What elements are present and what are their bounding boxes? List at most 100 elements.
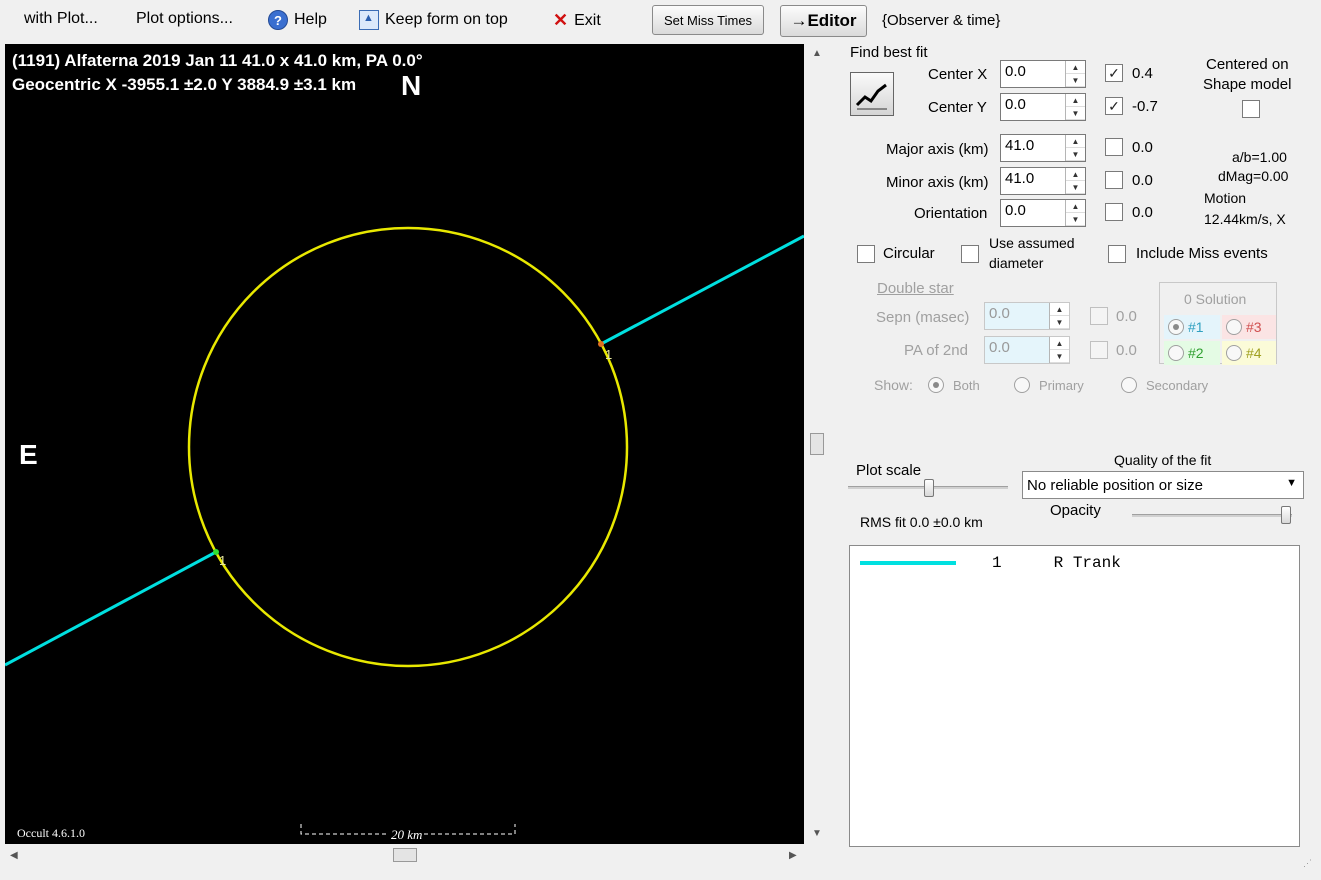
use-assumed-label: Use assumed (989, 235, 1075, 251)
orientation-checkbox[interactable] (1105, 203, 1123, 221)
use-assumed-diameter-checkbox[interactable] (961, 245, 979, 263)
minor-axis-label: Minor axis (km) (886, 174, 989, 191)
include-miss-label: Include Miss events (1136, 245, 1268, 262)
opacity-label: Opacity (1050, 502, 1101, 519)
orientation-spinner[interactable]: ▲ ▼ (1065, 200, 1085, 226)
solution-3-label: #3 (1246, 319, 1262, 335)
sepn-spinner[interactable]: ▲ ▼ (1049, 303, 1069, 329)
solution-2[interactable]: #2 (1164, 341, 1220, 365)
pa-2nd-fit-value: 0.0 (1116, 342, 1137, 359)
vertical-scroll-thumb[interactable] (810, 433, 824, 455)
center-x-fit-value: 0.4 (1132, 65, 1153, 82)
plot-options-label: Plot options... (136, 10, 233, 27)
scroll-up-icon[interactable]: ▲ (812, 48, 822, 59)
center-y-spinner[interactable]: ▲ ▼ (1065, 94, 1085, 120)
major-axis-checkbox[interactable] (1105, 138, 1123, 156)
pa-2nd-spinner[interactable]: ▲ ▼ (1049, 337, 1069, 363)
occultation-plot[interactable]: (1191) Alfaterna 2019 Jan 11 41.0 x 41.0… (5, 44, 804, 844)
help-icon: ? (268, 10, 288, 30)
plot-horizontal-scrollbar[interactable]: ◀ ▶ (5, 845, 804, 867)
double-star-label: Double star (877, 280, 954, 297)
list-item[interactable]: 1 R Trank (860, 554, 1121, 572)
minor-axis-spinner[interactable]: ▲ ▼ (1065, 168, 1085, 194)
list-item-name: R Trank (1053, 554, 1121, 572)
solution-3-radio[interactable] (1226, 319, 1242, 335)
major-axis-fit-value: 0.0 (1132, 139, 1153, 156)
center-x-value: 0.0 (1005, 63, 1026, 80)
sepn-checkbox[interactable] (1090, 307, 1108, 325)
scroll-right-icon[interactable]: ▶ (789, 850, 797, 861)
plot-options-menu[interactable]: Plot options... (136, 10, 233, 28)
editor-button[interactable]: →Editor (780, 5, 867, 37)
center-x-input[interactable]: 0.0 ▲ ▼ (1000, 60, 1086, 88)
with-plot-label: with Plot... (24, 10, 98, 27)
major-axis-value: 41.0 (1005, 137, 1035, 154)
opacity-thumb[interactable] (1281, 506, 1291, 524)
show-primary-radio[interactable] (1014, 377, 1030, 393)
scroll-left-icon[interactable]: ◀ (10, 850, 18, 861)
quality-dropdown[interactable]: No reliable position or size ▼ (1022, 471, 1304, 499)
version-label: Occult 4.6.1.0 (17, 826, 85, 840)
circular-checkbox[interactable] (857, 245, 875, 263)
north-label: N (401, 70, 422, 101)
orientation-value: 0.0 (1005, 202, 1026, 219)
plot-vertical-scrollbar[interactable]: ▲ ▼ (806, 44, 828, 844)
rms-fit-label: RMS fit 0.0 ±0.0 km (860, 514, 983, 530)
observer-list[interactable]: 1 R Trank (849, 545, 1300, 847)
keep-form-on-top-menu[interactable]: Keep form on top (359, 10, 508, 30)
minor-axis-checkbox[interactable] (1105, 171, 1123, 189)
orientation-label: Orientation (914, 205, 988, 222)
shape-model-label: Shape model (1203, 76, 1292, 93)
major-axis-input[interactable]: 41.0 ▲ ▼ (1000, 134, 1086, 162)
solution-1-radio[interactable] (1168, 319, 1184, 335)
sepn-input[interactable]: 0.0 ▲ ▼ (984, 302, 1070, 330)
orientation-input[interactable]: 0.0 ▲ ▼ (1000, 199, 1086, 227)
pa-2nd-input[interactable]: 0.0 ▲ ▼ (984, 336, 1070, 364)
plot-scale-thumb[interactable] (924, 479, 934, 497)
quality-label: Quality of the fit (1114, 452, 1212, 468)
chord-color-swatch (860, 561, 956, 565)
include-miss-checkbox[interactable] (1108, 245, 1126, 263)
horizontal-scroll-thumb[interactable] (393, 848, 417, 862)
fit-chart-icon (855, 83, 887, 110)
motion-value: 12.44km/s, X (1204, 211, 1286, 227)
center-y-input[interactable]: 0.0 ▲ ▼ (1000, 93, 1086, 121)
list-item-number: 1 (992, 554, 1002, 572)
minor-axis-fit-value: 0.0 (1132, 172, 1153, 189)
help-menu[interactable]: ? Help (268, 10, 327, 30)
opacity-track[interactable] (1132, 514, 1292, 517)
show-secondary-radio[interactable] (1121, 377, 1137, 393)
motion-label: Motion (1204, 190, 1247, 206)
solution-4-radio[interactable] (1226, 345, 1242, 361)
solution-3[interactable]: #3 (1222, 315, 1276, 339)
center-x-checkbox[interactable]: ✓ (1105, 64, 1123, 82)
close-icon: ✕ (553, 10, 569, 30)
exit-menu[interactable]: ✕ Exit (553, 10, 601, 31)
resize-grip-icon[interactable]: ⋰ (1303, 858, 1315, 870)
center-x-spinner[interactable]: ▲ ▼ (1065, 61, 1085, 87)
find-best-fit-button[interactable] (850, 72, 894, 116)
fit-panel: Find best fit Center X 0.0 ▲ ▼ ✓ 0.4 Cente… (840, 44, 1315, 868)
solution-2-radio[interactable] (1168, 345, 1184, 361)
plot-title-line1: (1191) Alfaterna 2019 Jan 11 41.0 x 41.0… (12, 51, 423, 70)
center-y-checkbox[interactable]: ✓ (1105, 97, 1123, 115)
chevron-down-icon: ▼ (1286, 477, 1297, 489)
sepn-value: 0.0 (985, 303, 1049, 329)
menu-bar: with Plot... Plot options... ? Help Keep … (0, 0, 1321, 42)
chord-line-right (600, 234, 804, 346)
plot-graphics (5, 226, 804, 835)
set-miss-times-button[interactable]: Set Miss Times (652, 5, 764, 35)
solution-4[interactable]: #4 (1222, 341, 1276, 365)
scroll-down-icon[interactable]: ▼ (812, 828, 822, 839)
minor-axis-input[interactable]: 41.0 ▲ ▼ (1000, 167, 1086, 195)
diameter-label: diameter (989, 255, 1044, 271)
help-label: Help (294, 11, 327, 28)
major-axis-spinner[interactable]: ▲ ▼ (1065, 135, 1085, 161)
shape-model-checkbox[interactable] (1242, 100, 1260, 118)
with-plot-menu[interactable]: with Plot... (24, 10, 98, 28)
major-axis-label: Major axis (km) (886, 141, 989, 158)
solution-1[interactable]: #1 (1164, 315, 1220, 339)
pa-2nd-checkbox[interactable] (1090, 341, 1108, 359)
dmag-label: dMag=0.00 (1218, 168, 1289, 184)
show-both-radio[interactable] (928, 377, 944, 393)
